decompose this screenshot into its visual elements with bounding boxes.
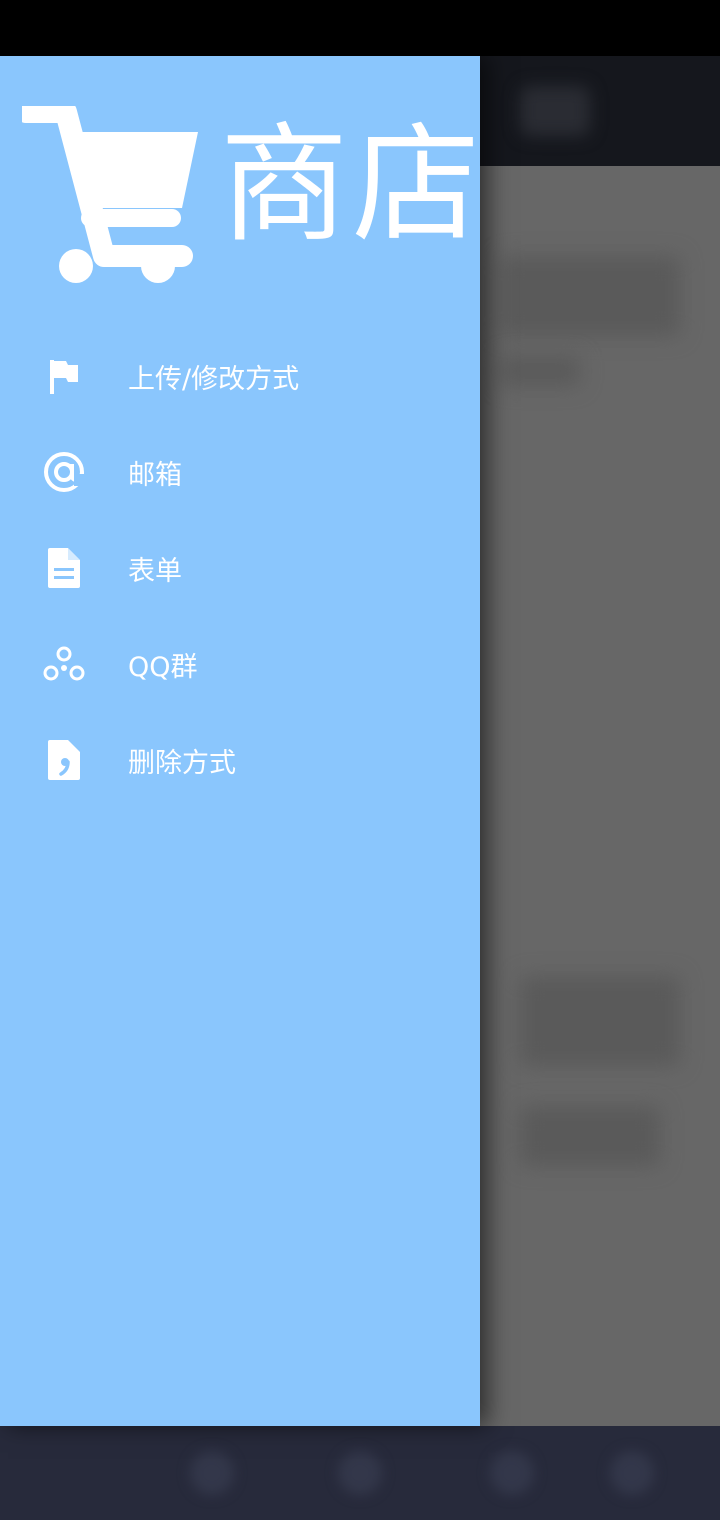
background-content-blur bbox=[520, 1106, 660, 1166]
store-title: 商店 bbox=[220, 116, 478, 256]
quote-document-icon bbox=[40, 736, 88, 784]
background-content-blur bbox=[500, 356, 580, 386]
screen: 商店 上传/修改方式 邮箱 表单 QQ群 删除方式 bbox=[0, 0, 720, 1520]
menu-item-delete-method[interactable]: 删除方式 bbox=[0, 712, 480, 808]
background-content-blur bbox=[500, 256, 680, 336]
document-icon bbox=[40, 544, 88, 592]
nav-back-button[interactable] bbox=[190, 1451, 234, 1495]
nav-home-button[interactable] bbox=[338, 1451, 382, 1495]
status-bar bbox=[0, 0, 720, 56]
background-app-bar-blur bbox=[520, 86, 590, 136]
drawer-menu: 上传/修改方式 邮箱 表单 QQ群 删除方式 bbox=[0, 328, 480, 808]
at-sign-icon bbox=[40, 448, 88, 496]
group-circles-icon bbox=[40, 640, 88, 688]
nav-extra-button[interactable] bbox=[610, 1451, 654, 1495]
navigation-bar bbox=[0, 1426, 720, 1520]
menu-item-label: 表单 bbox=[128, 555, 182, 587]
shopping-cart-icon bbox=[22, 106, 198, 283]
menu-item-form[interactable]: 表单 bbox=[0, 520, 480, 616]
menu-item-qq-group[interactable]: QQ群 bbox=[0, 616, 480, 712]
menu-item-email[interactable]: 邮箱 bbox=[0, 424, 480, 520]
menu-item-label: 删除方式 bbox=[128, 747, 236, 779]
flag-icon bbox=[40, 352, 88, 400]
menu-item-upload-modify[interactable]: 上传/修改方式 bbox=[0, 328, 480, 424]
menu-item-label: 上传/修改方式 bbox=[128, 363, 300, 395]
nav-recents-button[interactable] bbox=[490, 1451, 534, 1495]
background-content-blur bbox=[520, 976, 680, 1066]
drawer-header: 商店 bbox=[0, 56, 480, 316]
menu-item-label: QQ群 bbox=[128, 651, 198, 683]
navigation-drawer: 商店 上传/修改方式 邮箱 表单 QQ群 删除方式 bbox=[0, 56, 480, 1426]
menu-item-label: 邮箱 bbox=[128, 459, 182, 491]
